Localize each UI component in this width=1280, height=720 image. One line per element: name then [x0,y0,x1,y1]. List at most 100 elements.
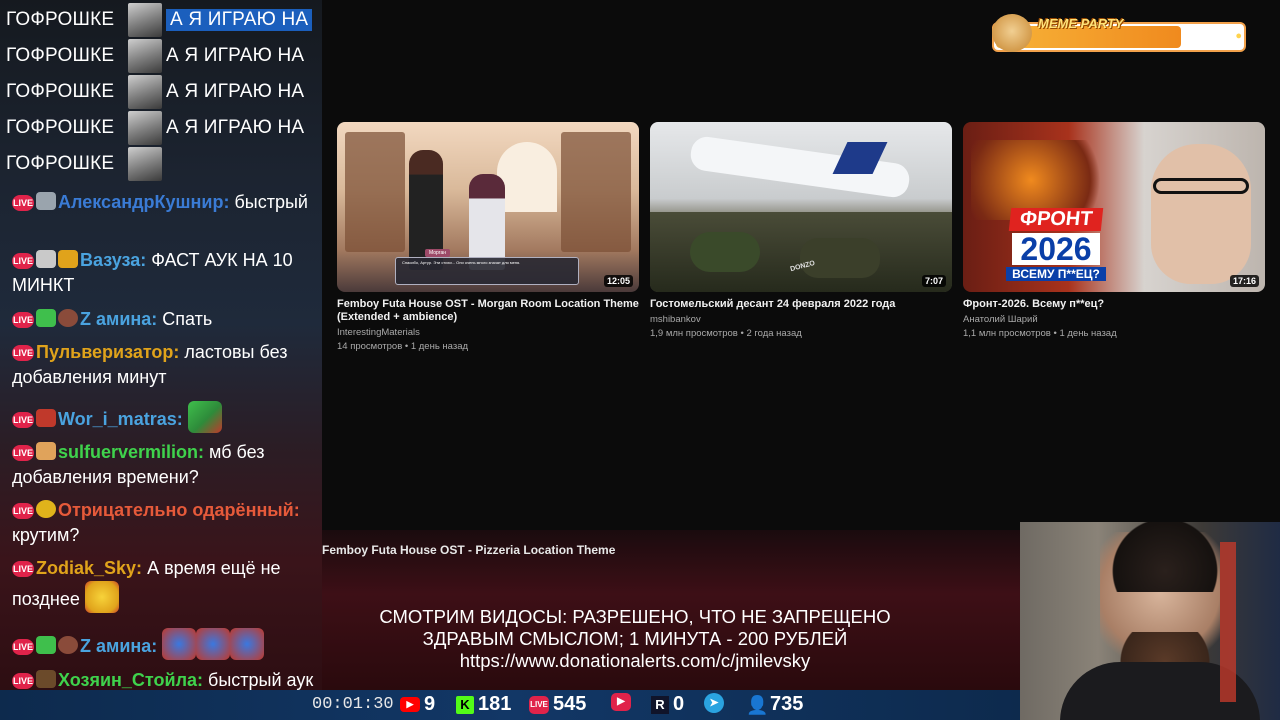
chat-spam-line: ГОФРОШКЕ А Я ИГРАЮ НА [6,39,322,73]
spam-word: ГОФРОШКЕ [6,9,115,30]
chat-nick[interactable]: Z амина: [80,309,157,329]
youtube-icon: ▶ [400,697,420,712]
coin-icon: ● [1235,30,1242,42]
chat-text: быстрый аук [208,670,314,690]
channel-name[interactable]: InterestingMaterials [337,327,639,338]
video-meta: 1,1 млн просмотров • 1 день назад [963,328,1117,339]
chat-spam-line: ГОФРОШКЕ А Я ИГРАЮ НА [6,3,322,37]
kick-count: 181 [478,693,512,715]
chat-message: LIVE Z амина: Спать [12,307,316,332]
video-thumbnail[interactable]: DONZO 7:07 [650,122,952,292]
badge-icon [36,500,56,518]
channel-name[interactable]: mshibankov [650,314,952,325]
spam-text: А Я ИГРАЮ НА [166,81,305,102]
chat-message: LIVE Отрицательно одарённый: крутим? [12,498,316,548]
video-meta: 14 просмотров • 1 день назад [337,341,469,352]
rutube-icon: R [651,695,669,714]
thumbnail-year: 2026 [1012,233,1100,265]
total-viewers: 👤 735 [746,693,803,716]
webcam-feed [1020,522,1280,720]
chat-nick[interactable]: АлександрКушнир: [58,192,229,212]
live-badge-icon: LIVE [12,673,34,689]
youtube-count: 9 [424,693,436,715]
badge-icon [36,636,56,654]
badge-icon [36,409,56,427]
chat-spam-line: ГОФРОШКЕ А Я ИГРАЮ НА [6,111,322,145]
donation-link[interactable]: https://www.donationalerts.com/c/jmilevs… [322,650,948,672]
live-badge-icon: LIVE [12,445,34,461]
now-playing-title: Femboy Futa House OST - Pizzeria Locatio… [322,543,616,557]
spam-word: ГОФРОШКЕ [6,45,115,66]
spam-text: А Я ИГРАЮ НА [166,117,305,138]
emote-image [128,39,162,73]
emote-image [128,75,162,109]
spam-text: А Я ИГРАЮ НА [166,9,313,31]
user-icon: 👤 [746,694,769,715]
live-badge-icon: LIVE [12,312,34,328]
video-browser: Спасибо, Артур. Эти стихи... Они очень м… [322,0,1280,530]
avatar-icon [58,636,78,654]
channel-name[interactable]: Анатолий Шарий [963,314,1265,325]
vklive-count: 545 [553,693,587,715]
meme-party-count: 740 / 1000 [1180,31,1228,42]
video-title[interactable]: Femboy Futa House OST - Morgan Room Loca… [337,298,639,324]
video-meta: 1,9 млн просмотров • 2 года назад [650,328,802,339]
chat-spam-line: ГОФРОШКЕ А Я ИГРАЮ НА [6,75,322,109]
chat-nick[interactable]: Вазуза: [80,250,146,270]
youtube-viewers: ▶ 9 [400,693,435,716]
chat-nick[interactable]: sulfuervermilion: [58,442,204,462]
duration-badge: 17:16 [1229,275,1259,287]
chat-nick[interactable]: Хозяин_Стойла: [58,670,203,690]
rules-line: СМОТРИМ ВИДОСЫ: РАЗРЕШЕНО, ЧТО НЕ ЗАПРЕЩ… [379,606,891,627]
chat-message: LIVE Zodiak_Sky: А время ещё не позднее [12,556,316,613]
emote-image [230,628,265,660]
chat-message: LIVE Вазуза: ФАСТ АУК НА 10 МИНКТ [12,248,316,298]
chat-text: Спать [162,309,213,329]
thumbnail-heading: ФРОНТ [1008,208,1104,231]
dialog-text: Спасибо, Артур. Эти стихи... Они очень м… [395,257,579,285]
video-title[interactable]: Гостомельский десант 24 февраля 2022 год… [650,298,952,311]
video-thumbnail[interactable]: ФРОНТ 2026 ВСЕМУ П**ЕЦ? 17:16 [963,122,1265,292]
chat-nick[interactable]: Пульверизатор: [36,342,179,362]
thumbnail-subheading: ВСЕМУ П**ЕЦ? [1006,267,1106,281]
video-card[interactable]: ФРОНТ 2026 ВСЕМУ П**ЕЦ? 17:16 Фронт-2026… [963,122,1265,339]
kick-icon: K [456,695,474,714]
chat-panel: ГОФРОШКЕ А Я ИГРАЮ НА ГОФРОШКЕ А Я ИГРАЮ… [0,0,322,720]
viewers-count: 735 [770,693,804,715]
badge-icon [36,309,56,327]
emote-image [128,111,162,145]
chat-nick[interactable]: Zodiak_Sky: [36,558,142,578]
rules-line: ЗДРАВЫМ СМЫСЛОМ; 1 МИНУТА - 200 РУБЛЕЙ [422,628,848,649]
avatar-icon [58,309,78,327]
doge-icon [992,14,1032,52]
video-thumbnail[interactable]: Спасибо, Артур. Эти стихи... Они очень м… [337,122,639,292]
chat-nick[interactable]: Z амина: [80,636,157,656]
video-card[interactable]: Спасибо, Артур. Эти стихи... Они очень м… [337,122,639,352]
rutube-viewers: R 0 [651,693,684,716]
chat-text: быстрый [234,192,308,212]
vklive-viewers: LIVE 545 [529,693,586,716]
video-card[interactable]: DONZO 7:07 Гостомельский десант 24 февра… [650,122,952,339]
live-badge-icon: LIVE [12,639,34,655]
badge-icon [36,670,56,688]
live-icon: LIVE [529,695,549,714]
rutube-count: 0 [673,693,685,715]
dialog-name: Морган [425,249,451,257]
chat-spam-line: ГОФРОШКЕ [6,147,322,181]
spam-word: ГОФРОШКЕ [6,153,115,174]
video-title[interactable]: Фронт-2026. Всему п**ец? [963,298,1265,311]
live-badge-icon: LIVE [12,503,34,519]
spam-word: ГОФРОШКЕ [6,81,115,102]
meme-party-widget: MEME PARTY 740 / 1000 ● [992,14,1246,52]
telegram-link: ➤ [704,693,728,713]
live-badge-icon: LIVE [12,561,34,577]
chat-nick[interactable]: Отрицательно одарённый: [58,500,300,520]
play-icon: ▶ [611,693,631,711]
chat-nick[interactable]: Wor_i_matras: [58,409,183,429]
live-badge-icon: LIVE [12,412,34,428]
live-badge-icon: LIVE [12,345,34,361]
chat-message: LIVE Z амина: [12,628,316,660]
chat-message: LIVE Пульверизатор: ластовы без добавлени… [12,340,316,390]
emote-image [196,628,231,660]
emote-image [128,147,162,181]
